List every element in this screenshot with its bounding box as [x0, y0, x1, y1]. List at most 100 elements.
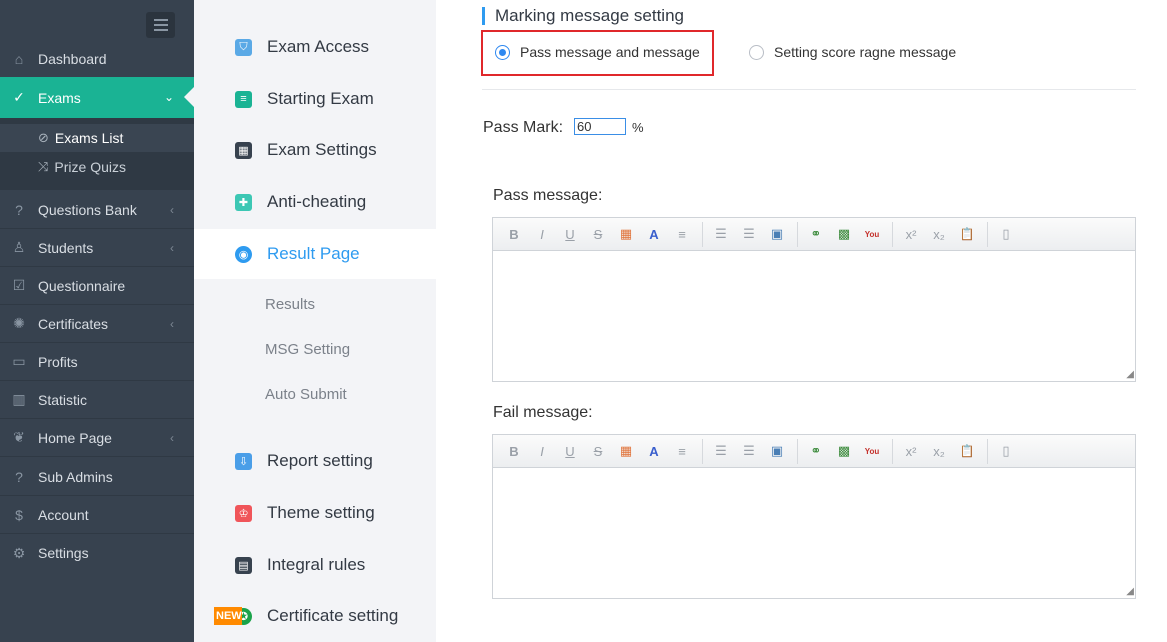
fail-message-editor: B I U S ▦ A ≡ ☰ ☰ ▣ ⚭ ▩ You x² x₂ 📋 ▯ ◢ [492, 434, 1136, 599]
divider [482, 89, 1136, 90]
subscript-icon[interactable]: x₂ [928, 440, 950, 462]
radio-option-pass-message[interactable]: Pass message and message [495, 44, 700, 60]
chevron-down-icon: ⌄ [163, 90, 174, 104]
bold-icon[interactable]: B [503, 440, 525, 462]
shirt-icon: ♔ [235, 504, 252, 522]
sidebar-item-account[interactable]: $ Account [0, 496, 194, 534]
document-icon: ≡ [235, 90, 252, 108]
radio-label: Pass message and message [520, 44, 700, 60]
sidebar-subitem-prize-quizs[interactable]: ⤨ Prize Quizs [38, 153, 126, 181]
sidebar-item-students[interactable]: ♙ Students ‹ [0, 229, 194, 267]
subscript-icon[interactable]: x₂ [928, 223, 950, 245]
table-icon[interactable]: ▣ [766, 440, 788, 462]
menu-item-label: Exam Access [267, 37, 370, 56]
sidebar-item-sub-admins[interactable]: ? Sub Admins [0, 458, 194, 496]
sidebar-item-profits[interactable]: ▭ Profits [0, 343, 194, 381]
menu-subitem-results[interactable]: Results [265, 296, 315, 313]
home-icon: ⌂ [14, 50, 24, 67]
image-icon[interactable]: ▩ [833, 440, 855, 462]
sidebar-item-exams[interactable]: ✓ Exams ⌄ [0, 77, 194, 118]
menu-item-starting-exam[interactable]: ≡ Starting Exam [194, 74, 436, 124]
align-icon[interactable]: ≡ [671, 223, 693, 245]
sidebar-item-settings[interactable]: ⚙ Settings [0, 534, 194, 572]
font-icon[interactable]: A [643, 223, 665, 245]
table-icon[interactable]: ▣ [766, 223, 788, 245]
resize-handle-icon[interactable]: ◢ [1126, 587, 1134, 597]
sidebar-item-label: Home Page [38, 429, 112, 446]
bold-icon[interactable]: B [503, 223, 525, 245]
source-icon[interactable]: ▯ [995, 223, 1017, 245]
sidebar-item-questions-bank[interactable]: ? Questions Bank ‹ [0, 191, 194, 229]
gift-icon: ▤ [235, 556, 252, 574]
font-icon[interactable]: A [643, 440, 665, 462]
superscript-icon[interactable]: x² [900, 223, 922, 245]
unordered-list-icon[interactable]: ☰ [738, 440, 760, 462]
bar-chart-icon: ▥ [12, 391, 26, 407]
link-icon[interactable]: ⚭ [805, 440, 827, 462]
menu-item-integral-rules[interactable]: ▤ Integral rules [194, 540, 436, 590]
menu-item-anti-cheating[interactable]: ✚ Anti-cheating [194, 177, 436, 227]
menu-item-exam-settings[interactable]: ▦ Exam Settings [194, 125, 436, 175]
grid-icon: ▦ [235, 141, 252, 159]
sidebar-item-questionnaire[interactable]: ☑ Questionnaire [0, 267, 194, 305]
pass-mark-input[interactable] [574, 118, 626, 135]
source-icon[interactable]: ▯ [995, 440, 1017, 462]
radio-button[interactable] [749, 44, 764, 60]
pass-mark-label: Pass Mark: [483, 119, 564, 136]
ordered-list-icon[interactable]: ☰ [710, 223, 732, 245]
paste-icon[interactable]: 📋 [956, 223, 978, 245]
sidebar-item-label: Statistic [38, 391, 88, 408]
paste-icon[interactable]: 📋 [956, 440, 978, 462]
active-indicator [184, 87, 194, 107]
align-icon[interactable]: ≡ [671, 440, 693, 462]
shield-check-icon: ✚ [235, 193, 252, 211]
sidebar-item-statistic[interactable]: ▥ Statistic [0, 381, 194, 419]
menu-item-label: Theme setting [267, 503, 375, 522]
toolbar-separator [987, 438, 988, 464]
unordered-list-icon[interactable]: ☰ [738, 223, 760, 245]
chevron-left-icon: ‹ [170, 431, 174, 445]
sidebar-subitem-exams-list[interactable]: ⊘ Exams List [0, 124, 194, 152]
underline-icon[interactable]: U [559, 440, 581, 462]
ordered-list-icon[interactable]: ☰ [710, 440, 732, 462]
check-circle-icon: ✓ [13, 89, 25, 105]
sidebar-item-dashboard[interactable]: ⌂ Dashboard [0, 40, 194, 78]
youtube-icon[interactable]: You [861, 440, 883, 462]
gear-icon: ⚙ [12, 544, 26, 561]
exams-submenu: ⊘ Exams List ⤨ Prize Quizs [0, 118, 194, 190]
menu-item-theme-setting[interactable]: ♔ Theme setting [194, 488, 436, 538]
youtube-icon[interactable]: You [861, 223, 883, 245]
strikethrough-icon[interactable]: S [587, 223, 609, 245]
resize-handle-icon[interactable]: ◢ [1126, 370, 1134, 380]
menu-item-label: Certificate setting [267, 606, 399, 625]
menu-item-exam-access[interactable]: ⛉ Exam Access [194, 22, 436, 72]
menu-toggle-button[interactable] [146, 12, 175, 38]
toolbar-separator [892, 438, 893, 464]
fail-message-textarea[interactable]: ◢ [493, 468, 1135, 598]
link-icon[interactable]: ⚭ [805, 223, 827, 245]
sidebar-item-certificates[interactable]: ✺ Certificates ‹ [0, 305, 194, 343]
italic-icon[interactable]: I [531, 440, 553, 462]
shield-icon: ⛉ [235, 38, 252, 56]
menu-item-result-page[interactable]: ◉ Result Page [194, 229, 436, 279]
fail-message-label: Fail message: [493, 404, 593, 421]
badge-icon: ✺ [13, 315, 25, 331]
strikethrough-icon[interactable]: S [587, 440, 609, 462]
menu-subitem-auto-submit[interactable]: Auto Submit [265, 386, 347, 403]
text-color-icon[interactable]: ▦ [615, 440, 637, 462]
menu-item-label: Starting Exam [267, 89, 374, 108]
radio-button-selected[interactable] [495, 44, 510, 60]
sidebar-item-home-page[interactable]: ❦ Home Page ‹ [0, 419, 194, 457]
image-icon[interactable]: ▩ [833, 223, 855, 245]
underline-icon[interactable]: U [559, 223, 581, 245]
superscript-icon[interactable]: x² [900, 440, 922, 462]
italic-icon[interactable]: I [531, 223, 553, 245]
chevron-left-icon: ‹ [170, 203, 174, 217]
text-color-icon[interactable]: ▦ [615, 223, 637, 245]
pass-message-textarea[interactable]: ◢ [493, 251, 1135, 381]
menu-item-report-setting[interactable]: ⇩ Report setting [194, 436, 436, 486]
menu-subitem-msg-setting[interactable]: MSG Setting [265, 341, 350, 358]
radio-option-score-range[interactable]: Setting score ragne message [749, 44, 956, 60]
sidebar-item-label: Questionnaire [38, 277, 126, 294]
users-icon: ♙ [12, 239, 26, 255]
